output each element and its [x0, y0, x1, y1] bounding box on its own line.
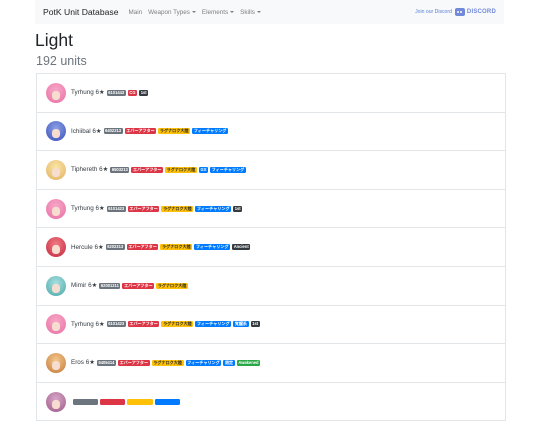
unit-row[interactable]: Tyrhung 6★ 6101423 エバーアフター ラグナロク大陸 フィーチャリング覚… — [37, 306, 505, 345]
unit-badge-danger: エバーアフター — [127, 321, 160, 328]
unit-avatar[interactable] — [46, 121, 66, 142]
discord-wordmark[interactable]: DISCORD — [467, 9, 496, 15]
unit-name[interactable]: Tyrhung 6★ — [71, 321, 105, 328]
unit-badge-danger: エバーアフター — [127, 205, 160, 212]
unit-badge-secondary: 6503213 — [110, 166, 130, 173]
unit-row[interactable]: Ichiibal 6★ 6402213 エバーアフター ラグナロク大陸 フィーチャリング — [37, 113, 505, 152]
unit-badge-danger: エバーアフター — [117, 359, 150, 366]
chevron-down-icon — [230, 10, 235, 13]
brand-link[interactable]: PotK Unit Database — [43, 7, 118, 17]
unit-name[interactable]: Tyrhung 6★ — [71, 205, 105, 212]
unit-badge-primary: フィーチャリング — [195, 321, 232, 328]
unit-count: 192 units — [36, 54, 87, 68]
unit-badge-warning: ラグナロク大陸 — [161, 205, 194, 212]
unit-row[interactable]: Tiphereth 6★ 6503213 エバーアフター ラグナロク大陸 GX フィーチャ… — [37, 151, 505, 190]
unit-avatar[interactable] — [46, 275, 66, 296]
unit-badge-warning — [127, 398, 153, 405]
unit-avatar[interactable] — [46, 198, 66, 219]
unit-badge-warning: ラグナロク大陸 — [161, 321, 194, 328]
unit-row[interactable]: Mimir 6★ 62001211 エバーアフター ラグナロク大陸 — [37, 267, 505, 306]
nav-weapon-types-dropdown[interactable]: Weapon Types — [148, 9, 196, 16]
navbar: PotK Unit Database Main Weapon Types Ele… — [35, 0, 504, 24]
unit-badge-primary: GX — [198, 166, 209, 173]
unit-badge-secondary: 6402213 — [103, 128, 123, 135]
unit-row[interactable]: Eros 6★ 6405414 エバーアフター ラグナロク大陸 フィーチャリング 限定 Aw… — [37, 344, 505, 383]
unit-badge-success: Awakened — [236, 359, 261, 366]
unit-badge-danger: エバーアフター — [131, 166, 164, 173]
unit-avatar[interactable] — [46, 352, 66, 373]
unit-badge-danger — [100, 398, 126, 405]
unit-badge-secondary: 6202313 — [105, 244, 125, 251]
unit-badge-danger: CG — [127, 89, 138, 96]
unit-badge-primary: フィーチャリング — [192, 128, 228, 135]
page-title: Light — [35, 30, 73, 50]
unit-badge-danger: エバーアフター — [124, 128, 157, 135]
unit-row[interactable]: Tyrhung 6★ 6101443 CG 1st — [37, 74, 505, 113]
unit-badge-primary — [154, 398, 180, 405]
nav-main[interactable]: Main — [128, 9, 142, 16]
unit-badge-secondary: 6101443 — [106, 89, 126, 96]
unit-name[interactable]: Tyrhung 6★ — [71, 89, 105, 96]
unit-badge-warning: ラグナロク大陸 — [160, 244, 193, 251]
unit-name[interactable]: Hercule 6★ — [71, 244, 104, 251]
unit-badge-primary: フィーチャリング — [210, 166, 246, 173]
unit-badge-primary: フィーチャリング — [195, 205, 232, 212]
unit-badge-primary: 限定 — [223, 359, 235, 366]
join-discord-link[interactable]: Join our Discord — [415, 9, 452, 15]
unit-badge-warning: ラグナロク大陸 — [158, 128, 191, 135]
unit-badge-warning: ラグナロク大陸 — [151, 359, 184, 366]
unit-row[interactable]: Hercule 6★ 6202313 エバーアフター ラグナロク大陸 フィーチャリング A… — [37, 228, 505, 267]
unit-name[interactable]: Ichiibal 6★ — [71, 128, 102, 135]
unit-list: Tyrhung 6★ 6101443 CG 1st Ichiibal 6★ 6402213… — [36, 73, 506, 421]
unit-badge-dark: Ancient — [232, 244, 251, 251]
unit-badge-primary: フィーチャリング — [185, 359, 222, 366]
unit-row[interactable]: Tyrhung 6★ 6101423 エバーアフター ラグナロク大陸 フィーチャリング 1… — [37, 190, 505, 229]
unit-badge-warning: ラグナロク大陸 — [165, 166, 197, 173]
unit-badge-primary: フィーチャリング — [194, 244, 231, 251]
chevron-down-icon — [256, 10, 261, 13]
unit-badge-dark: 1st — [250, 321, 260, 328]
unit-avatar[interactable] — [46, 314, 66, 335]
unit-badge-secondary: 6405414 — [96, 359, 116, 366]
unit-avatar[interactable] — [46, 237, 66, 258]
unit-avatar[interactable] — [46, 82, 66, 103]
chevron-down-icon — [191, 10, 196, 13]
unit-badge-danger: エバーアフター — [122, 282, 155, 289]
unit-badge-secondary: 6101423 — [106, 205, 126, 212]
nav-skills-dropdown[interactable]: Skills — [240, 9, 261, 16]
unit-badge-dark: 1st — [139, 89, 149, 96]
discord-icon[interactable] — [454, 8, 465, 16]
unit-name[interactable]: Eros 6★ — [71, 359, 95, 366]
unit-badge-secondary — [73, 398, 99, 405]
unit-badge-secondary: 62001211 — [99, 282, 121, 289]
unit-badge-primary: 覚醒系 — [233, 321, 249, 328]
unit-badge-secondary: 6101423 — [106, 321, 126, 328]
unit-badge-dark: 1st — [233, 205, 243, 212]
unit-avatar[interactable] — [46, 159, 66, 180]
unit-row[interactable] — [37, 383, 505, 421]
unit-name[interactable]: Mimir 6★ — [71, 282, 97, 289]
unit-name[interactable]: Tiphereth 6★ — [71, 166, 108, 173]
unit-badge-warning: ラグナロク大陸 — [156, 282, 189, 289]
unit-avatar[interactable] — [46, 391, 66, 412]
unit-badge-danger: エバーアフター — [126, 244, 159, 251]
nav-elements-dropdown[interactable]: Elements — [202, 9, 235, 16]
